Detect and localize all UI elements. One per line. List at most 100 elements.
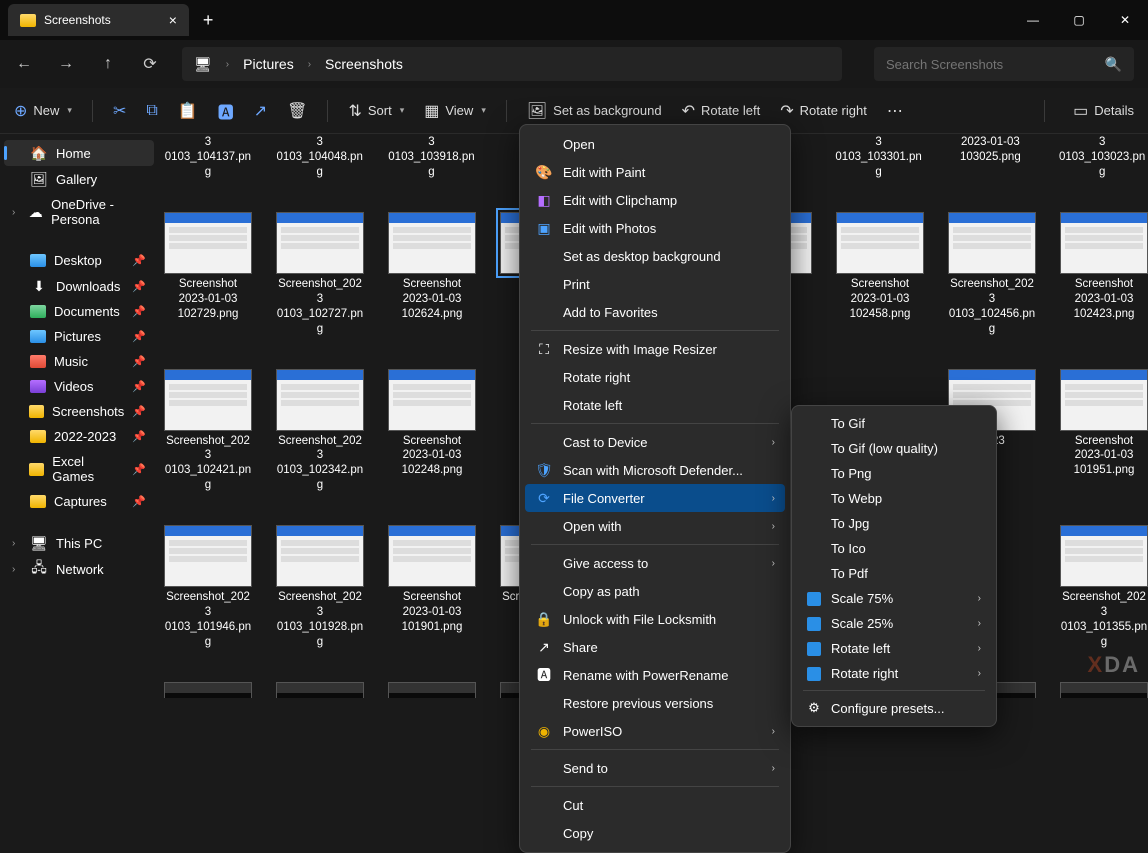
file-item[interactable]: Screenshot_20230103_102456.png: [948, 190, 1036, 337]
ctx-open[interactable]: Open: [525, 130, 785, 158]
ctx-file-converter[interactable]: ⟳File Converter›: [525, 484, 785, 512]
paste-icon[interactable]: 📋: [178, 101, 198, 121]
sm-configure[interactable]: ⚙Configure presets...: [797, 695, 991, 721]
file-item[interactable]: Screenshot_20230103_102727.png: [276, 190, 364, 337]
rotate-right-button[interactable]: ↷Rotate right: [780, 101, 867, 121]
delete-icon[interactable]: 🗑: [287, 101, 307, 121]
ctx-resize[interactable]: ⛶Resize with Image Resizer: [525, 335, 785, 363]
sidebar-item-network[interactable]: ›🖧Network: [4, 556, 154, 582]
file-item[interactable]: Screenshot_20230103_101946.png: [164, 503, 252, 650]
maximize-button[interactable]: ▢: [1056, 0, 1102, 40]
ctx-edit-paint[interactable]: 🎨Edit with Paint: [525, 158, 785, 186]
breadcrumb-pictures[interactable]: Pictures: [243, 56, 294, 72]
sm-rotate-left[interactable]: Rotate left›: [797, 636, 991, 661]
file-item[interactable]: Screenshot2023-01-03102423.png: [1060, 190, 1148, 337]
search-input[interactable]: [886, 57, 1105, 72]
file-item[interactable]: Screenshot2023-01-03102729.png: [164, 190, 252, 337]
ctx-rotate-right[interactable]: Rotate right: [525, 363, 785, 391]
file-item[interactable]: Screenshot2023-01-03101901.png: [388, 503, 476, 650]
breadcrumb-screenshots[interactable]: Screenshots: [325, 56, 403, 72]
file-item[interactable]: [388, 660, 476, 698]
file-item[interactable]: Screenshot_20230103_103023.png: [1058, 134, 1146, 180]
ctx-copy-path[interactable]: Copy as path: [525, 577, 785, 605]
sidebar-item-screenshots[interactable]: Screenshots📌: [4, 399, 154, 424]
sidebar-item-captures[interactable]: Captures📌: [4, 489, 154, 514]
ctx-poweriso[interactable]: ◉PowerISO›: [525, 717, 785, 745]
sidebar-item-2022-2023[interactable]: 2022-2023📌: [4, 424, 154, 449]
file-item[interactable]: Screenshot2023-01-03102248.png: [388, 347, 476, 494]
sidebar-item-this-pc[interactable]: ›🖥This PC: [4, 530, 154, 556]
ctx-cast[interactable]: Cast to Device›: [525, 428, 785, 456]
ctx-power-rename[interactable]: 🅰Rename with PowerRename: [525, 661, 785, 689]
file-item[interactable]: Screenshot_20230103_102342.png: [276, 347, 364, 494]
rename-icon[interactable]: 🅰: [218, 99, 234, 123]
file-item[interactable]: Screenshot2023-01-03101951.png: [1060, 347, 1148, 494]
file-item[interactable]: Screenshot2023-01-03103025.png: [946, 134, 1034, 180]
refresh-button[interactable]: ⟳: [140, 54, 160, 74]
sidebar-item-home[interactable]: 🏠Home: [4, 140, 154, 166]
file-item[interactable]: Screenshot_20230103_104137.png: [164, 134, 252, 180]
sidebar-item-gallery[interactable]: 🖼Gallery: [4, 166, 154, 192]
sidebar-item-downloads[interactable]: ⬇Downloads📌: [4, 273, 154, 299]
sidebar-item-onedrive[interactable]: ›☁OneDrive - Persona: [4, 192, 154, 232]
ctx-give-access[interactable]: Give access to›: [525, 549, 785, 577]
rotate-left-button[interactable]: ↶Rotate left: [682, 101, 761, 121]
ctx-copy[interactable]: Copy: [525, 819, 785, 847]
sort-button[interactable]: ⇅Sort▾: [348, 101, 404, 121]
minimize-button[interactable]: —: [1010, 0, 1056, 40]
ctx-set-desktop-bg[interactable]: Set as desktop background: [525, 242, 785, 270]
sm-scale-25[interactable]: Scale 25%›: [797, 611, 991, 636]
file-item[interactable]: Screenshot_20230103_103918.png: [388, 134, 476, 180]
ctx-add-favorites[interactable]: Add to Favorites: [525, 298, 785, 326]
new-button[interactable]: ⊕New▾: [14, 101, 72, 121]
sm-to-ico[interactable]: To Ico: [797, 536, 991, 561]
sm-scale-75[interactable]: Scale 75%›: [797, 586, 991, 611]
close-button[interactable]: ✕: [1102, 0, 1148, 40]
ctx-print[interactable]: Print: [525, 270, 785, 298]
chevron-icon[interactable]: ›: [12, 538, 22, 549]
sm-to-gif[interactable]: To Gif: [797, 411, 991, 436]
file-item[interactable]: Screenshot2023-01-03102458.png: [836, 190, 924, 337]
chevron-icon[interactable]: ›: [12, 207, 20, 218]
close-tab-icon[interactable]: ×: [169, 12, 177, 28]
search-box[interactable]: 🔍: [874, 47, 1134, 81]
file-item[interactable]: Screenshot2023-01-03102624.png: [388, 190, 476, 337]
sm-rotate-right[interactable]: Rotate right›: [797, 661, 991, 686]
ctx-edit-clipchamp[interactable]: ◧Edit with Clipchamp: [525, 186, 785, 214]
sidebar-item-desktop[interactable]: Desktop📌: [4, 248, 154, 273]
sm-to-pdf[interactable]: To Pdf: [797, 561, 991, 586]
details-button[interactable]: ▭Details: [1073, 101, 1134, 121]
file-item[interactable]: Screenshot_20230103_102421.png: [164, 347, 252, 494]
sm-to-png[interactable]: To Png: [797, 461, 991, 486]
ctx-edit-photos[interactable]: ▣Edit with Photos: [525, 214, 785, 242]
sm-to-gif-low[interactable]: To Gif (low quality): [797, 436, 991, 461]
file-item[interactable]: [164, 660, 252, 698]
new-tab-button[interactable]: +: [203, 10, 214, 31]
more-button[interactable]: ⋯: [887, 101, 903, 121]
search-icon[interactable]: 🔍: [1105, 56, 1122, 73]
copy-icon[interactable]: ⧉: [146, 102, 157, 120]
sidebar-item-pictures[interactable]: Pictures📌: [4, 324, 154, 349]
file-item[interactable]: Screenshot_20230103_103301.png: [835, 134, 923, 180]
cut-icon[interactable]: ✂: [113, 101, 126, 121]
file-item[interactable]: Screenshot_20230103_101355.png: [1060, 503, 1148, 650]
chevron-icon[interactable]: ›: [12, 564, 22, 575]
sidebar-item-excel-games[interactable]: Excel Games📌: [4, 449, 154, 489]
file-item[interactable]: Screenshot_20230103_101928.png: [276, 503, 364, 650]
view-button[interactable]: ▦View▾: [424, 101, 486, 121]
ctx-open-with[interactable]: Open with›: [525, 512, 785, 540]
ctx-restore[interactable]: Restore previous versions: [525, 689, 785, 717]
back-button[interactable]: ←: [14, 55, 34, 73]
up-button[interactable]: ↑: [98, 55, 118, 73]
tab-screenshots[interactable]: Screenshots ×: [8, 4, 189, 36]
ctx-cut[interactable]: Cut: [525, 791, 785, 819]
file-item[interactable]: Screenshot_20230103_104048.png: [276, 134, 364, 180]
sm-to-jpg[interactable]: To Jpg: [797, 511, 991, 536]
forward-button[interactable]: →: [56, 55, 76, 73]
breadcrumb[interactable]: 🖥 › Pictures › Screenshots: [182, 47, 842, 81]
ctx-send-to[interactable]: Send to›: [525, 754, 785, 782]
sidebar-item-music[interactable]: Music📌: [4, 349, 154, 374]
sm-to-webp[interactable]: To Webp: [797, 486, 991, 511]
file-item[interactable]: [276, 660, 364, 698]
share-icon[interactable]: ↗: [254, 101, 267, 121]
